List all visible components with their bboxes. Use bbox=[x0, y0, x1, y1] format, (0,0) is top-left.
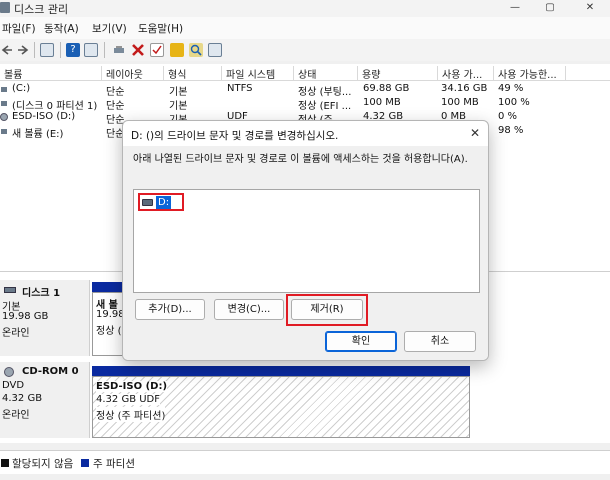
cdrom-0-label[interactable]: CD-ROM 0 DVD 4.32 GB 온라인 bbox=[0, 362, 90, 438]
column-header-percent-free[interactable]: 사용 가능한... bbox=[494, 66, 566, 81]
back-arrow-icon[interactable] bbox=[0, 43, 14, 57]
dialog-content: 아래 나열된 드라이브 문자 및 경로로 이 볼륨에 액세스하는 것을 허용합니… bbox=[123, 146, 488, 360]
menu-file[interactable]: 파일(F) bbox=[2, 21, 36, 36]
ok-button[interactable]: 확인 bbox=[325, 331, 397, 352]
disk-state: 온라인 bbox=[2, 410, 30, 421]
volume-percent-free: 0 % bbox=[498, 111, 518, 122]
partition-size: 4.32 GB UDF bbox=[96, 394, 161, 405]
volume-free-space: 34.16 GB bbox=[441, 83, 488, 94]
column-header-filesystem[interactable]: 파일 시스템 bbox=[222, 66, 294, 81]
minimize-button[interactable]: — bbox=[500, 0, 530, 16]
path-item-label: D: bbox=[156, 196, 172, 209]
maximize-button[interactable]: ▢ bbox=[535, 0, 565, 16]
volume-capacity: 100 MB bbox=[363, 97, 401, 108]
volume-name: ESD-ISO (D:) bbox=[12, 111, 76, 122]
legend: 할당되지 않음 주 파티션 bbox=[0, 450, 610, 474]
volume-layout: 단순 bbox=[106, 101, 125, 112]
connect-icon[interactable] bbox=[112, 43, 126, 57]
partition-status: 정상 ( bbox=[96, 326, 122, 337]
column-header-capacity[interactable]: 용량 bbox=[358, 66, 438, 81]
volume-type: 기본 bbox=[169, 87, 188, 98]
volume-percent-free: 98 % bbox=[498, 125, 524, 136]
volume-name: (C:) bbox=[12, 83, 31, 94]
volume-capacity: 69.88 GB bbox=[363, 83, 410, 94]
show-hide-icon[interactable] bbox=[84, 43, 98, 57]
cancel-button[interactable]: 취소 bbox=[404, 331, 476, 352]
check-icon[interactable] bbox=[150, 43, 164, 57]
dialog-description: 아래 나열된 드라이브 문자 및 경로로 이 볼륨에 액세스하는 것을 허용합니… bbox=[133, 154, 468, 165]
dialog-close-icon[interactable]: ✕ bbox=[467, 125, 483, 141]
disk-name: 디스크 1 bbox=[22, 288, 61, 299]
menu-bar: 파일(F) 동작(A) 보기(V) 도움말(H) bbox=[0, 17, 610, 39]
toolbar: ? bbox=[0, 39, 610, 61]
legend-swatch-unallocated bbox=[1, 459, 9, 467]
toolbar-separator bbox=[34, 42, 35, 58]
volume-percent-free: 49 % bbox=[498, 83, 524, 94]
volume-name: 새 볼륨 (E:) bbox=[12, 129, 64, 140]
disk-state: 온라인 bbox=[2, 328, 30, 339]
open-icon[interactable] bbox=[170, 43, 184, 57]
volume-icon bbox=[1, 129, 7, 134]
column-header-free-space[interactable]: 사용 가... bbox=[438, 66, 494, 81]
partition-title: ESD-ISO (D:) bbox=[96, 381, 168, 392]
search-icon[interactable] bbox=[189, 43, 203, 57]
disk-management-app-icon bbox=[0, 2, 10, 13]
column-header-type[interactable]: 형식 bbox=[164, 66, 222, 81]
path-item-highlight[interactable]: D: bbox=[138, 193, 184, 211]
disk-icon bbox=[4, 287, 16, 293]
disk-size: 4.32 GB bbox=[2, 393, 43, 404]
column-header-layout[interactable]: 레이아웃 bbox=[102, 66, 164, 81]
close-window-button[interactable]: ✕ bbox=[575, 0, 605, 16]
remove-button[interactable]: 제거(R) bbox=[291, 299, 363, 320]
window-title: 디스크 관리 bbox=[14, 3, 69, 16]
volume-status: 정상 (부팅... bbox=[298, 87, 352, 98]
volume-layout: 단순 bbox=[106, 87, 125, 98]
cd-volume-icon bbox=[0, 113, 8, 121]
volume-free-space: 100 MB bbox=[441, 97, 479, 108]
volume-filesystem: NTFS bbox=[227, 83, 253, 94]
volume-percent-free: 100 % bbox=[498, 97, 530, 108]
disk-kind: DVD bbox=[2, 380, 25, 391]
add-button[interactable]: 추가(D)... bbox=[135, 299, 205, 320]
disk-size: 19.98 GB bbox=[2, 311, 49, 322]
volume-icon bbox=[1, 101, 7, 106]
change-drive-letter-dialog: D: ()의 드라이브 문자 및 경로를 변경하십시오. ✕ 아래 나열된 드라… bbox=[122, 120, 489, 361]
cd-drive-icon bbox=[4, 367, 14, 377]
table-row[interactable]: (C:) 단순 기본 NTFS 정상 (부팅... 69.88 GB 34.16… bbox=[0, 83, 610, 98]
disk-name: CD-ROM 0 bbox=[22, 366, 79, 377]
menu-action[interactable]: 동작(A) bbox=[44, 21, 79, 36]
partition-status: 정상 (주 파티션) bbox=[96, 407, 166, 422]
details-icon[interactable] bbox=[208, 43, 222, 57]
menu-view[interactable]: 보기(V) bbox=[92, 21, 127, 36]
drive-path-list[interactable]: D: bbox=[133, 189, 480, 293]
table-row[interactable]: (디스크 0 파티션 1) 단순 기본 정상 (EFI ... 100 MB 1… bbox=[0, 97, 610, 112]
volume-type: 기본 bbox=[169, 101, 188, 112]
volume-list-header: 볼륨 레이아웃 형식 파일 시스템 상태 용량 사용 가... 사용 가능한..… bbox=[0, 64, 610, 81]
column-header-volume[interactable]: 볼륨 bbox=[0, 66, 102, 81]
disk-1-label[interactable]: 디스크 1 기본 19.98 GB 온라인 bbox=[0, 280, 90, 356]
help-icon[interactable]: ? bbox=[66, 43, 80, 57]
drive-icon bbox=[142, 199, 153, 206]
properties-icon[interactable] bbox=[40, 43, 54, 57]
partition-esd-iso-d[interactable]: ESD-ISO (D:) 4.32 GB UDF 정상 (주 파티션) bbox=[92, 376, 470, 438]
title-bar: 디스크 관리 — ▢ ✕ bbox=[0, 0, 610, 17]
volume-name: (디스크 0 파티션 1) bbox=[12, 101, 98, 112]
change-button[interactable]: 변경(C)... bbox=[214, 299, 284, 320]
delete-icon[interactable] bbox=[131, 43, 145, 57]
dialog-title: D: ()의 드라이브 문자 및 경로를 변경하십시오. bbox=[131, 130, 339, 142]
volume-icon bbox=[1, 87, 7, 92]
partition-color-bar bbox=[92, 366, 470, 376]
column-header-status[interactable]: 상태 bbox=[294, 66, 358, 81]
volume-status: 정상 (EFI ... bbox=[298, 101, 352, 112]
legend-swatch-primary bbox=[81, 459, 89, 467]
legend-label-unallocated: 할당되지 않음 bbox=[12, 458, 74, 470]
toolbar-separator bbox=[60, 42, 61, 58]
toolbar-separator bbox=[104, 42, 105, 58]
legend-label-primary: 주 파티션 bbox=[93, 458, 135, 470]
menu-help[interactable]: 도움말(H) bbox=[138, 21, 183, 36]
partition-size: 19.98 bbox=[96, 309, 125, 320]
forward-arrow-icon[interactable] bbox=[16, 43, 30, 57]
